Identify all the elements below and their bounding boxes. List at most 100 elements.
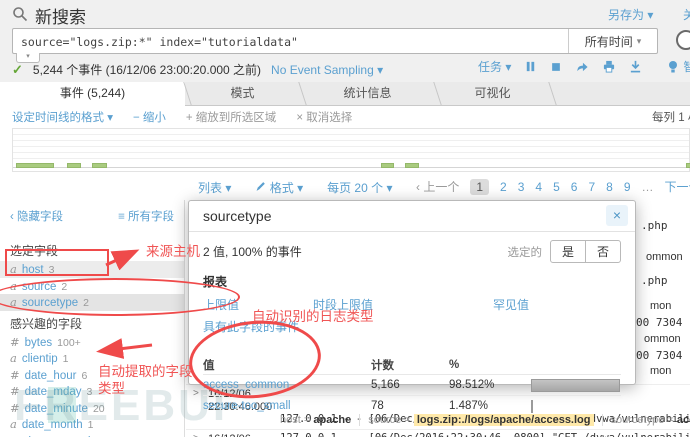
tab-visualization[interactable]: 可视化 [435, 82, 550, 105]
selected-fields-header: 选定字段 [10, 244, 59, 258]
deselect-button[interactable]: × 取消选择 [296, 109, 352, 125]
selected-no-button[interactable]: 否 [584, 240, 621, 263]
top-values-link[interactable]: 上限值 [203, 296, 313, 313]
stop-icon[interactable] [550, 61, 562, 73]
hide-fields-button[interactable]: ‹ 隐藏字段 [10, 208, 63, 224]
timeline-scale-label: 每列 1 小时 [652, 112, 690, 124]
field-sourcetype[interactable]: a sourcetype 2 [0, 294, 184, 311]
timeline-bar[interactable] [405, 163, 419, 168]
tab-statistics[interactable]: 统计信息 [300, 82, 435, 105]
check-icon: ✓ [12, 61, 23, 77]
sourcetype-value[interactable]: access_common [677, 414, 690, 426]
print-icon[interactable] [602, 60, 616, 73]
smart-mode-bulb-icon [667, 60, 679, 74]
list-view-dropdown[interactable]: 列表 ▾ [198, 179, 231, 196]
value-table: 值 计数 % access_common 5,166 98.512% secur… [203, 356, 621, 416]
tab-events[interactable]: 事件 (5,244) [0, 82, 185, 106]
download-icon[interactable] [629, 60, 642, 73]
value-link[interactable]: secure-too_small [203, 400, 371, 412]
field-host[interactable]: a host 3 [0, 261, 184, 278]
fields-sidebar: ‹ 隐藏字段 ≡ 所有字段 选定字段 a host 3 a source 2 a sour… [0, 200, 185, 437]
page-1[interactable]: 1 [470, 178, 490, 195]
close-icon[interactable]: × [606, 205, 628, 226]
smart-mode-toggle[interactable]: 智能模式 [683, 58, 690, 75]
close-button[interactable]: 关闭 [683, 6, 690, 23]
timeline-baseline [13, 167, 689, 168]
events-with-field-link[interactable]: 具有此字段的事件 [203, 320, 299, 334]
zoom-selection-button[interactable]: + 缩放到所选区域 [186, 109, 276, 125]
field-source[interactable]: a source 2 [0, 278, 184, 295]
event-fragment: .php [641, 274, 668, 287]
event-fragment: ommon [644, 333, 681, 345]
page-3[interactable]: 3 [518, 180, 525, 194]
tab-patterns[interactable]: 模式 [185, 82, 300, 105]
per-page-dropdown[interactable]: 每页 20 个 ▾ [327, 179, 392, 196]
timeline-bar[interactable] [92, 163, 107, 168]
event-fragment: mon [650, 365, 672, 377]
splunk-search-page: 新搜索 另存为 ▾ 关闭 source="logs.zip:*" index="… [0, 0, 690, 437]
page-8[interactable]: 8 [606, 180, 613, 194]
selected-label: 选定的 [507, 246, 542, 259]
pagination-ellipsis: … [641, 179, 654, 194]
job-dropdown[interactable]: 任务 ▾ [478, 58, 511, 75]
results-tabbar: 事件 (5,244) 模式 统计信息 可视化 [0, 82, 690, 106]
rare-values-link[interactable]: 罕见值 [493, 296, 529, 313]
field-clientip[interactable]: a clientip 1 [0, 350, 184, 367]
next-page-button[interactable]: 下一个 › [665, 178, 690, 195]
share-icon[interactable] [575, 60, 589, 73]
event-fragment: ommon [646, 251, 683, 263]
modal-title: sourcetype [203, 208, 272, 224]
table-row: access_common 5,166 98.512% [203, 374, 621, 395]
event-fragment: .php [641, 219, 668, 232]
result-count: 5,244 个事件 (16/12/06 23:00:20.000 之前) [32, 63, 262, 77]
time-range-picker[interactable]: 所有时间 ▾ [568, 29, 657, 53]
timeline-bar[interactable] [16, 163, 54, 168]
format-dropdown[interactable]: 格式 ▾ [255, 179, 303, 196]
page-2[interactable]: 2 [500, 180, 507, 194]
prev-page-button[interactable]: ‹ 上一个 [416, 178, 459, 195]
event-fragment: 00 7304 [636, 316, 683, 329]
format-timeline-dropdown[interactable]: 设定时间线的格式 ▾ [12, 109, 113, 125]
page-6[interactable]: 6 [571, 180, 578, 194]
top-area: 新搜索 另存为 ▾ 关闭 source="logs.zip:*" index="… [0, 0, 690, 82]
percent-bar [531, 399, 533, 413]
col-percent: % [449, 359, 460, 371]
field-date-month[interactable]: a date_month 1 [0, 416, 184, 433]
table-row: secure-too_small 78 1.487% [203, 395, 621, 416]
selected-yes-button[interactable]: 是 [549, 240, 586, 263]
page-title: 新搜索 [35, 8, 86, 27]
timeline-bar[interactable] [686, 163, 690, 168]
col-count: 计数 [371, 360, 394, 372]
pause-icon[interactable] [524, 60, 537, 73]
field-date-minute[interactable]: # date_minute 20 [0, 400, 184, 417]
timeline-bar[interactable] [67, 163, 81, 168]
page-4[interactable]: 4 [535, 180, 542, 194]
value-link[interactable]: access_common [203, 379, 371, 391]
event-expander[interactable]: > [193, 433, 199, 437]
field-date-mday[interactable]: # date_mday 3 [0, 383, 184, 400]
event-row-partial: > 16/12/06 127.0.0.1 - - [06/Dec/2016:22… [186, 429, 690, 437]
timeline-bar[interactable] [381, 163, 394, 168]
all-fields-button[interactable]: ≡ 所有字段 [118, 208, 174, 224]
pencil-icon [255, 181, 266, 195]
page-5[interactable]: 5 [553, 180, 560, 194]
field-date-second[interactable]: #date_second60 [0, 433, 184, 437]
search-input[interactable]: source="logs.zip:*" index="tutorialdata" [13, 29, 568, 53]
event-sampling-dropdown[interactable]: No Event Sampling ▾ [271, 63, 383, 77]
field-date-hour[interactable]: # date_hour 6 [0, 367, 184, 384]
field-bytes[interactable]: # bytes 100+ [0, 334, 184, 351]
list-controls: 列表 ▾ 格式 ▾ 每页 20 个 ▾ ‹ 上一个 1 2 3 4 5 6 7 … [0, 172, 690, 201]
field-type: a [10, 262, 17, 276]
field-detail-modal: sourcetype × 2 值, 100% 的事件 选定的 是 否 报表 上限… [188, 200, 636, 413]
pagination: ‹ 上一个 1 2 3 4 5 6 7 8 9 … 下一个 › [416, 178, 690, 195]
interesting-fields-header: 感兴趣的字段 [10, 316, 83, 331]
page-9[interactable]: 9 [624, 180, 631, 194]
search-submit-button[interactable] [676, 30, 690, 50]
event-timeline-chart[interactable] [12, 128, 690, 172]
page-7[interactable]: 7 [588, 180, 595, 194]
top-values-by-time-link[interactable]: 时段上限值 [313, 296, 493, 313]
save-as-button[interactable]: 另存为 ▾ [608, 6, 653, 23]
event-fragment: 00 7304 [636, 349, 683, 362]
zoom-out-button[interactable]: − 缩小 [133, 109, 166, 125]
modal-header: sourcetype × [189, 201, 635, 232]
